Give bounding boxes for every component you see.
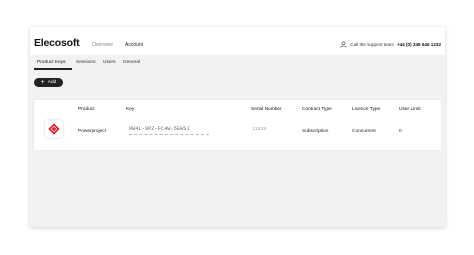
cell-licence-type: Concurrent bbox=[352, 129, 376, 134]
cell-key[interactable]: NW4L-9PZ-FC4W-5EWSJ bbox=[129, 126, 209, 135]
tab-users[interactable]: Users bbox=[103, 60, 116, 65]
cell-product: Powerproject bbox=[78, 129, 106, 134]
cell-serial-number: 11234 bbox=[252, 127, 267, 132]
product-keys-table: Product Key Serial Number Contract Type … bbox=[34, 100, 441, 150]
cell-contract-type: Subscription bbox=[302, 129, 329, 134]
column-header-key[interactable]: Key bbox=[126, 107, 134, 112]
cell-user-limit: 0 bbox=[399, 129, 402, 134]
support-contact: Call the support team +44 (0) 345 646 12… bbox=[340, 41, 441, 48]
column-header-product[interactable]: Product bbox=[78, 107, 95, 112]
tab-product-keys[interactable]: Product Keys bbox=[37, 60, 66, 65]
powerproject-icon bbox=[45, 120, 63, 138]
tab-general[interactable]: General bbox=[123, 60, 140, 65]
column-header-licence-type[interactable]: Licence Type bbox=[352, 107, 380, 112]
nav-account[interactable]: Account bbox=[125, 42, 143, 48]
add-button[interactable]: + Add bbox=[34, 78, 63, 87]
app-window: Elecosoft Overview Account Call the supp… bbox=[30, 27, 445, 227]
add-button-label: Add bbox=[47, 80, 57, 85]
tab-sessions[interactable]: Sessions bbox=[76, 60, 95, 65]
plus-icon: + bbox=[40, 78, 45, 86]
support-phone[interactable]: +44 (0) 345 646 1232 bbox=[397, 42, 441, 47]
nav-overview[interactable]: Overview bbox=[92, 42, 113, 48]
column-header-contract-type[interactable]: Contract Type bbox=[302, 107, 332, 112]
top-bar: Elecosoft Overview Account Call the supp… bbox=[30, 27, 445, 55]
tab-bar: Product Keys Sessions Users General bbox=[30, 56, 445, 70]
support-text: Call the support team bbox=[350, 42, 394, 47]
elecosoft-logo[interactable]: Elecosoft bbox=[34, 37, 80, 49]
active-tab-indicator bbox=[34, 68, 72, 70]
person-icon bbox=[340, 41, 347, 48]
column-header-user-limit[interactable]: User Limit bbox=[399, 107, 421, 112]
column-header-serial-number[interactable]: Serial Number bbox=[251, 107, 282, 112]
